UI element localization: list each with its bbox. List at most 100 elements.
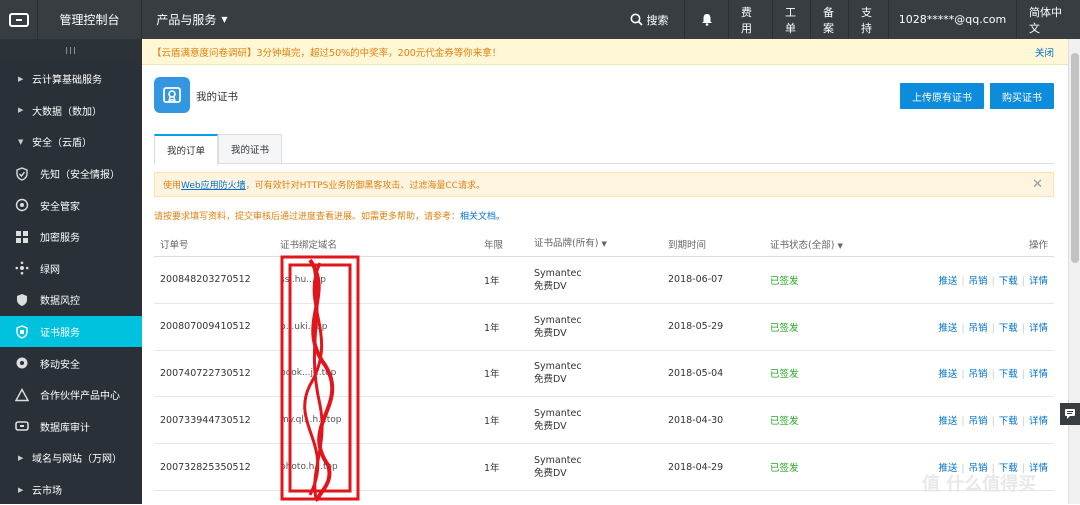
sidebar-group-compute[interactable]: ▶ 云计算基础服务 (0, 63, 142, 95)
push-link[interactable]: 推送 (938, 323, 957, 334)
col-brand-filter[interactable]: 证书品牌(所有) ▼ (534, 237, 668, 251)
tab-my-orders[interactable]: 我的订单 (154, 134, 218, 165)
brand-type: 免费DV (534, 327, 567, 339)
waf-text-pre: 使用 (163, 181, 182, 191)
years-cell: 1年 (484, 322, 500, 334)
close-icon[interactable]: ✕ (1032, 177, 1043, 192)
sidebar-group-domain[interactable]: ▶ 域名与网站（万网） (0, 442, 142, 474)
revoke-link[interactable]: 吊销 (969, 276, 988, 287)
search-icon (630, 13, 643, 26)
aliyun-logo-icon[interactable] (0, 0, 38, 39)
download-link[interactable]: 下载 (999, 369, 1018, 380)
push-link[interactable]: 推送 (938, 369, 957, 380)
col-status-filter[interactable]: 证书状态(全部) ▼ (770, 237, 870, 251)
sidebar-group-market[interactable]: ▶ 云市场 (0, 474, 142, 505)
vertical-scrollbar[interactable] (1068, 39, 1080, 504)
upload-certificate-button[interactable]: 上传原有证书 (900, 83, 984, 109)
tab-my-certificates[interactable]: 我的证书 (218, 134, 282, 164)
push-link[interactable]: 推送 (938, 416, 957, 427)
years-cell: 1年 (484, 369, 500, 381)
search-label: 搜索 (646, 13, 669, 27)
survey-notice: 【云盾满意度问卷调研】3分钟填完，超过50%的中奖率，200元代金券等你来拿！ … (142, 39, 1068, 65)
detail-link[interactable]: 详情 (1029, 369, 1048, 380)
expire-cell: 2018-05-29 (668, 321, 724, 333)
sidebar-group-security[interactable]: ▼ 安全（云盾） (0, 126, 142, 158)
years-cell: 1年 (484, 463, 500, 475)
separator: | (961, 416, 965, 428)
help-text-main: 请按要求填写资料，提交审核后通过进度查看进展。如需更多帮助，请参考： (154, 212, 461, 222)
sidebar-group-bigdata[interactable]: ▶ 大数据（数加） (0, 95, 142, 127)
sidebar-group-label: 安全（云盾） (32, 138, 92, 150)
notice-close-link[interactable]: 关闭 (1035, 45, 1054, 59)
col-domain: 证书绑定域名 (280, 240, 338, 251)
table-body: 200848203270512 ssl.hu...op 1年 Symantec 免费DV… (154, 257, 1054, 491)
notification-button[interactable] (684, 0, 728, 39)
sidebar-group-label: 云市场 (32, 486, 62, 498)
sidebar-item-certificate[interactable]: 证书服务 (0, 315, 142, 348)
products-menu[interactable]: 产品与服务 ▼ (142, 0, 242, 39)
download-link[interactable]: 下载 (999, 276, 1018, 287)
sidebar-item-greennet[interactable]: 绿网 (0, 253, 142, 285)
ticket-link[interactable]: 工单 (772, 0, 810, 39)
buy-certificate-button[interactable]: 购买证书 (990, 83, 1054, 109)
waf-text-post: ，可有效针对HTTPS业务防御黑客攻击、过滤海量CC请求。 (245, 181, 485, 191)
sidebar-item-mobile[interactable]: 移动安全 (0, 347, 142, 379)
sidebar-item-partner[interactable]: 合作伙伴产品中心 (0, 379, 142, 411)
shield-icon (12, 293, 32, 307)
search-button[interactable]: 搜索 (614, 0, 684, 39)
domain-cell: book...j...top (280, 368, 337, 379)
detail-link[interactable]: 详情 (1029, 276, 1048, 287)
link-icon (12, 419, 32, 433)
years-cell: 1年 (484, 416, 500, 428)
push-link[interactable]: 推送 (938, 276, 957, 287)
expire-cell: 2018-06-07 (668, 274, 724, 286)
revoke-link[interactable]: 吊销 (969, 323, 988, 334)
table-header: 订单号 证书绑定域名 年限 证书品牌(所有) ▼ 到期时间 证书状态(全部) ▼… (154, 232, 1054, 257)
record-link[interactable]: 备案 (810, 0, 848, 39)
network-icon (12, 261, 32, 275)
chat-icon[interactable] (1060, 403, 1080, 425)
caret-right-icon: ▶ (18, 453, 24, 462)
sidebar-item-label: 合作伙伴产品中心 (40, 391, 120, 403)
sidebar-collapse-button[interactable]: III (0, 39, 142, 63)
download-link[interactable]: 下载 (999, 416, 1018, 427)
domain-cell: ssl.hu...op (280, 274, 326, 285)
account-menu[interactable]: 1028*****@qq.com (888, 0, 1016, 39)
products-label: 产品与服务 (156, 13, 217, 27)
waf-link[interactable]: Web应用防火墙 (181, 178, 246, 191)
brand-cell: Symantec 免费DV (534, 267, 668, 293)
sidebar-item-xianzhi[interactable]: 先知（安全情报） (0, 158, 142, 190)
certificate-icon (12, 324, 32, 339)
support-link[interactable]: 支持 (848, 0, 888, 39)
detail-link[interactable]: 详情 (1029, 323, 1048, 334)
col-expire: 到期时间 (668, 240, 707, 251)
sidebar-item-encryption[interactable]: 加密服务 (0, 221, 142, 253)
separator: | (1021, 369, 1025, 381)
docs-link[interactable]: 相关文档。 (460, 212, 505, 222)
certificate-icon (154, 77, 190, 113)
gear-icon (12, 198, 32, 212)
revoke-link[interactable]: 吊销 (969, 416, 988, 427)
chevron-down-icon: ▼ (837, 242, 843, 250)
actions-cell: 推送 | 吊销 | 下载 | 详情 (870, 366, 1054, 380)
caret-right-icon: ▶ (18, 485, 24, 494)
survey-notice-text[interactable]: 【云盾满意度问卷调研】3分钟填完，超过50%的中奖率，200元代金券等你来拿！ (152, 45, 501, 59)
sidebar-item-label: 证书服务 (40, 328, 80, 340)
console-link[interactable]: 管理控制台 (38, 0, 142, 39)
main-content: 【云盾满意度问卷调研】3分钟填完，超过50%的中奖率，200元代金券等你来拿！ … (142, 39, 1068, 504)
download-link[interactable]: 下载 (999, 323, 1018, 334)
revoke-link[interactable]: 吊销 (969, 369, 988, 380)
sidebar-item-butler[interactable]: 安全管家 (0, 189, 142, 221)
sidebar-item-label: 安全管家 (40, 201, 80, 213)
brand-cell: Symantec 免费DV (534, 407, 668, 433)
col-brand-label: 证书品牌(所有) (534, 238, 599, 249)
sidebar-item-risk[interactable]: 数据风控 (0, 284, 142, 316)
sidebar-item-db-audit[interactable]: 数据库审计 (0, 411, 142, 443)
separator: | (991, 416, 995, 428)
detail-link[interactable]: 详情 (1029, 416, 1048, 427)
fees-link[interactable]: 费用 (728, 0, 772, 39)
language-menu[interactable]: 简体中文 (1016, 0, 1080, 39)
sidebar-group-label: 大数据（数加） (32, 106, 102, 118)
separator: | (991, 275, 995, 287)
scrollbar-thumb[interactable] (1071, 53, 1079, 263)
